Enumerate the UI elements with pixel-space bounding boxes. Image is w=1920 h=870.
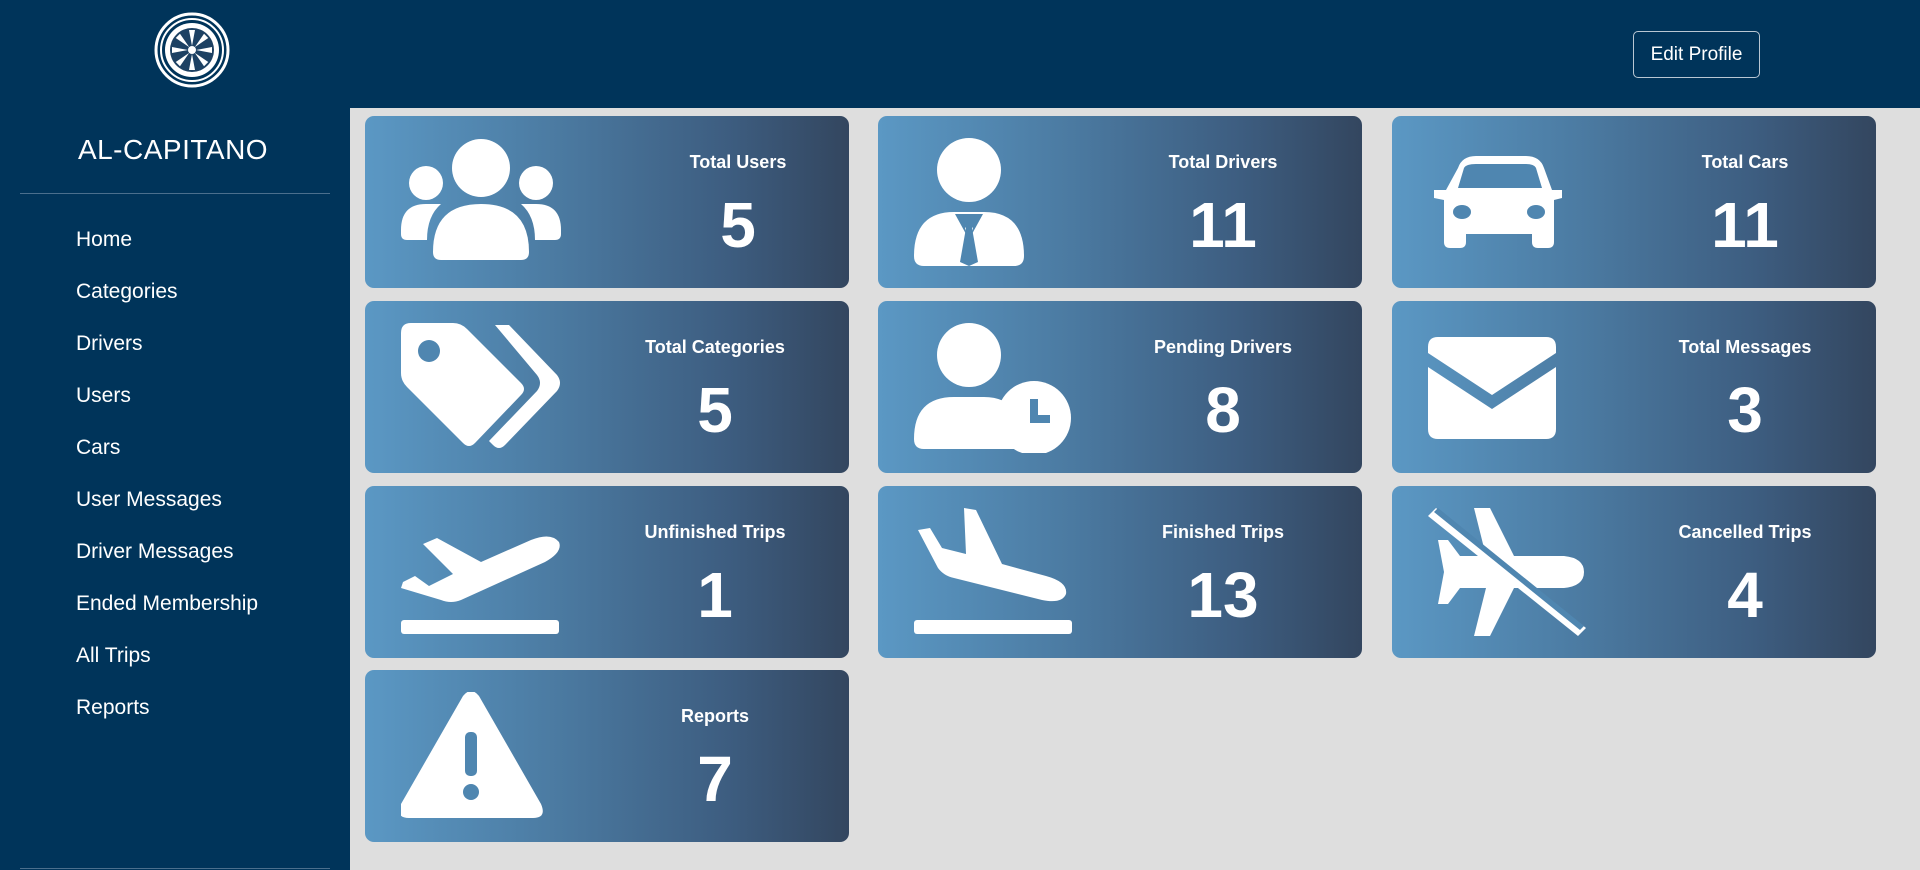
nav-driver-messages[interactable]: Driver Messages: [0, 526, 350, 578]
driver-icon: [914, 138, 1024, 266]
card-title: Total Cars: [1701, 152, 1789, 172]
stat-card-unfinished-trips[interactable]: Unfinished Trips 1: [365, 486, 849, 658]
car-icon: [1434, 156, 1562, 248]
nav-user-messages[interactable]: User Messages: [0, 474, 350, 526]
nav-categories[interactable]: Categories: [0, 266, 350, 318]
card-title: Reports: [680, 706, 749, 726]
card-value: 4: [1727, 559, 1763, 631]
stat-card-pending-drivers[interactable]: Pending Drivers 8: [878, 301, 1362, 473]
wheel-icon[interactable]: [154, 12, 230, 88]
card-value: 1: [697, 559, 733, 631]
card-title: Unfinished Trips: [644, 522, 786, 542]
stat-card-total-cars[interactable]: Total Cars 11: [1392, 116, 1876, 288]
nav-home[interactable]: Home: [0, 214, 350, 266]
card-value: 5: [697, 374, 733, 446]
stat-card-cancelled-trips[interactable]: Cancelled Trips 4: [1392, 486, 1876, 658]
plane-arrival-icon: [914, 508, 1072, 634]
card-value: 5: [720, 189, 756, 261]
nav-cars[interactable]: Cars: [0, 422, 350, 474]
tags-icon: [401, 323, 560, 448]
card-title: Pending Drivers: [1153, 337, 1293, 357]
nav-reports[interactable]: Reports: [0, 682, 350, 734]
card-title: Total Drivers: [1168, 152, 1278, 172]
sidebar-nav: Home Categories Drivers Users Cars User …: [0, 214, 350, 734]
card-value: 11: [1711, 189, 1779, 261]
card-title: Total Messages: [1678, 337, 1812, 357]
plane-slash-icon: [1428, 508, 1586, 636]
users-icon: [401, 139, 561, 260]
card-value: 7: [697, 743, 733, 815]
stat-card-total-drivers[interactable]: Total Drivers 11: [878, 116, 1362, 288]
card-title: Total Categories: [645, 337, 785, 357]
warning-icon: [401, 692, 543, 818]
nav-users[interactable]: Users: [0, 370, 350, 422]
card-title: Finished Trips: [1161, 522, 1285, 542]
stat-card-total-users[interactable]: Total Users 5: [365, 116, 849, 288]
card-value: 8: [1205, 374, 1241, 446]
stat-card-total-messages[interactable]: Total Messages 3: [1392, 301, 1876, 473]
nav-ended-membership[interactable]: Ended Membership: [0, 578, 350, 630]
card-value: 3: [1727, 374, 1763, 446]
card-value: 11: [1189, 189, 1257, 261]
stat-card-reports[interactable]: Reports 7: [365, 670, 849, 842]
card-title: Cancelled Trips: [1678, 522, 1812, 542]
stat-card-finished-trips[interactable]: Finished Trips 13: [878, 486, 1362, 658]
nav-drivers[interactable]: Drivers: [0, 318, 350, 370]
user-clock-icon: [914, 323, 1071, 453]
divider: [20, 193, 330, 194]
card-value: 13: [1187, 559, 1259, 631]
card-title: Total Users: [689, 152, 787, 172]
stat-card-total-categories[interactable]: Total Categories 5: [365, 301, 849, 473]
nav-all-trips[interactable]: All Trips: [0, 630, 350, 682]
divider: [20, 868, 330, 869]
plane-departure-icon: [401, 536, 560, 634]
sidebar: AL-CAPITANO Home Categories Drivers User…: [0, 0, 350, 870]
brand-name: AL-CAPITANO: [77, 134, 269, 165]
envelope-icon: [1428, 337, 1556, 439]
edit-profile-button[interactable]: Edit Profile: [1633, 31, 1760, 78]
